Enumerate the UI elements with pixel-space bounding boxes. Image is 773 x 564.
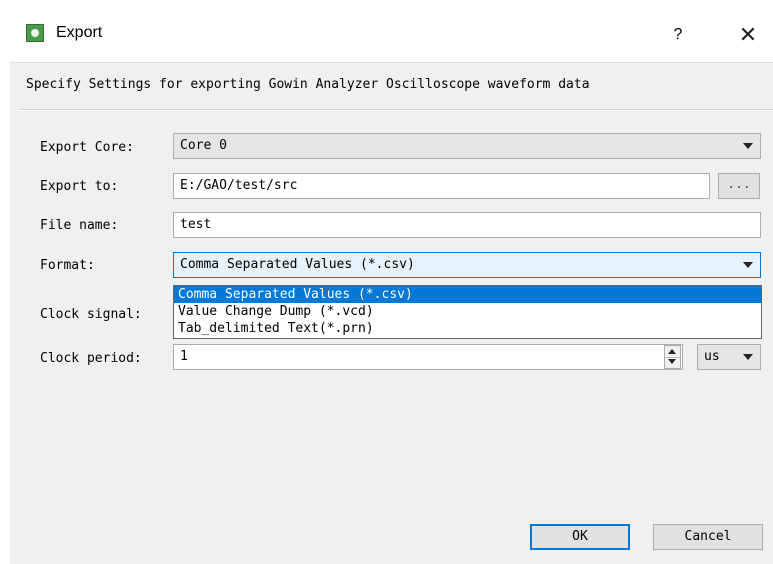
export-to-label: Export to: [40, 179, 119, 194]
file-name-label: File name: [40, 218, 119, 233]
spin-down-icon[interactable] [668, 359, 676, 364]
gowin-app-icon [26, 24, 44, 42]
ok-button[interactable]: OK [530, 524, 630, 550]
format-option-vcd[interactable]: Value Change Dump (*.vcd) [174, 303, 761, 320]
format-option-prn[interactable]: Tab_delimited Text(*.prn) [174, 320, 761, 337]
format-label: Format: [40, 258, 95, 273]
spinner-divider [665, 357, 680, 358]
format-combo[interactable]: Comma Separated Values (*.csv) [173, 252, 761, 278]
chevron-down-icon [743, 143, 753, 149]
window-title: Export [56, 24, 103, 41]
export-core-value: Core 0 [180, 138, 227, 153]
close-button[interactable]: ✕ [728, 20, 768, 50]
clock-period-input[interactable]: 1 [173, 344, 683, 370]
help-button[interactable]: ? [663, 22, 693, 48]
clock-signal-label: Clock signal: [40, 307, 142, 322]
format-option-csv[interactable]: Comma Separated Values (*.csv) [174, 286, 761, 303]
format-value: Comma Separated Values (*.csv) [180, 257, 415, 272]
clock-period-label: Clock period: [40, 351, 142, 366]
chevron-down-icon [743, 354, 753, 360]
export-to-input[interactable]: E:/GAO/test/src [173, 173, 710, 199]
cancel-button[interactable]: Cancel [653, 524, 763, 550]
dialog-body: Specify Settings for exporting Gowin Ana… [10, 62, 773, 564]
clock-period-spinner[interactable] [664, 345, 681, 369]
export-core-combo[interactable]: Core 0 [173, 133, 761, 159]
title-bar: Export ? ✕ [10, 10, 773, 62]
clock-unit-value: us [704, 349, 720, 364]
format-dropdown-list: Comma Separated Values (*.csv) Value Cha… [173, 285, 762, 339]
export-core-label: Export Core: [40, 140, 134, 155]
dialog-description: Specify Settings for exporting Gowin Ana… [26, 77, 590, 92]
header-separator [20, 109, 773, 111]
clock-unit-combo[interactable]: us [697, 344, 761, 370]
file-name-input[interactable]: test [173, 212, 761, 238]
spin-up-icon[interactable] [668, 349, 676, 354]
chevron-down-icon [743, 262, 753, 268]
browse-button[interactable]: ... [718, 173, 760, 199]
